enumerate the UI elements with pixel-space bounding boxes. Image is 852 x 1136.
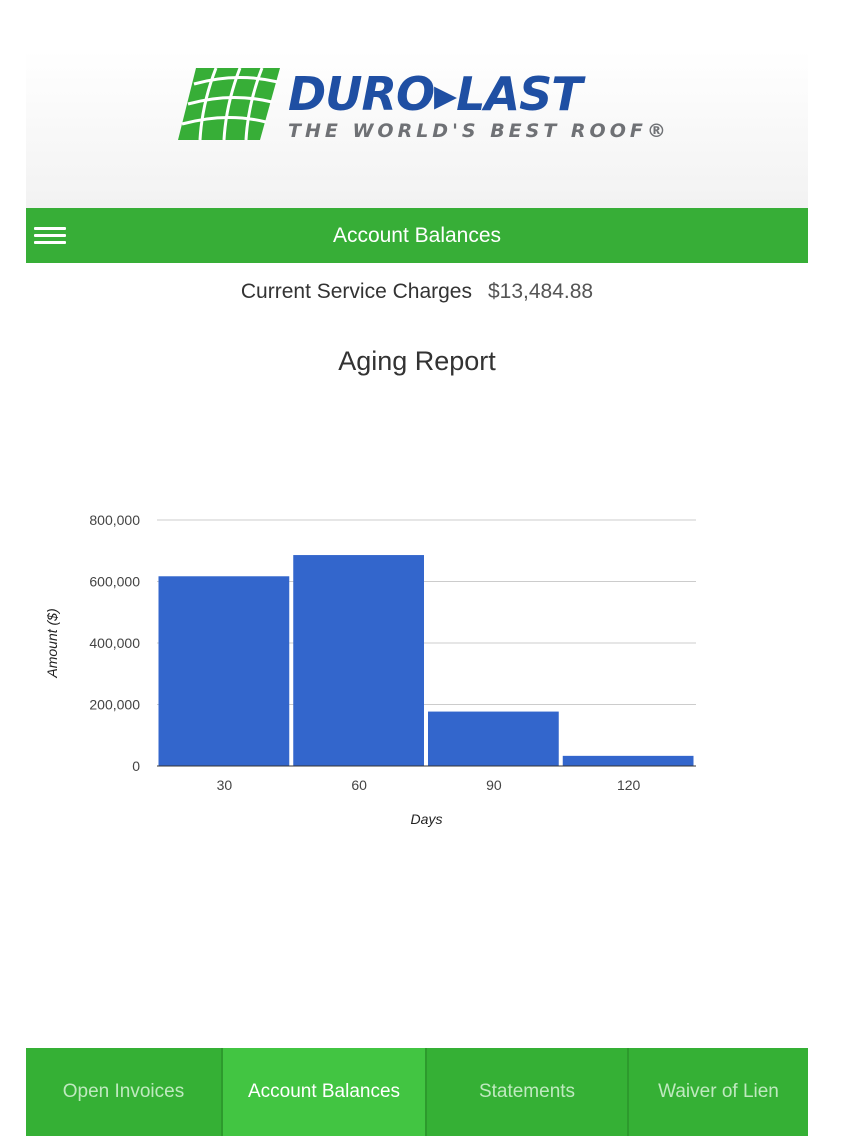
logo-wordmark: DURO▸LAST	[288, 67, 583, 121]
charges-value: $13,484.88	[487, 280, 594, 303]
tab-waiver-of-lien[interactable]: Waiver of Lien	[629, 1048, 808, 1136]
bottom-tab-bar: Open Invoices Account Balances Statements W…	[26, 1048, 808, 1136]
x-tick-label: 30	[217, 777, 233, 793]
current-service-charges: Current Service Charges $13,484.88	[26, 278, 808, 306]
y-axis-label: Amount ($)	[44, 608, 60, 678]
tab-statements[interactable]: Statements	[427, 1048, 629, 1136]
bar-30	[158, 576, 290, 766]
y-tick-label: 400,000	[89, 635, 140, 651]
duro-last-logo: DURO▸LAST THE WORLD'S BEST ROOF®	[176, 64, 676, 144]
y-tick-label: 200,000	[89, 697, 140, 713]
y-tick-label: 600,000	[89, 574, 140, 590]
tab-open-invoices[interactable]: Open Invoices	[26, 1048, 223, 1136]
app-frame: DURO▸LAST THE WORLD'S BEST ROOF® Account…	[26, 50, 808, 1136]
x-axis-label: Days	[411, 811, 443, 827]
x-tick-label: 60	[351, 777, 367, 793]
aging-report-chart: 0 200,000 400,000 600,000 800,000 30 60 90 120 Da…	[44, 512, 696, 827]
globe-icon	[178, 67, 280, 141]
logo-header: DURO▸LAST THE WORLD'S BEST ROOF®	[26, 50, 808, 208]
charges-label: Current Service Charges	[240, 280, 472, 303]
page-title: Account Balances	[332, 224, 502, 247]
report-title: Aging Report	[338, 346, 496, 376]
logo-tagline: THE WORLD'S BEST ROOF®	[288, 120, 670, 142]
bar-120	[562, 755, 694, 766]
bar-60	[293, 555, 424, 766]
tab-account-balances[interactable]: Account Balances	[223, 1048, 427, 1136]
top-app-bar: Account Balances	[26, 208, 808, 263]
y-tick-label: 800,000	[89, 512, 140, 528]
x-tick-label: 90	[486, 777, 502, 793]
y-tick-label: 0	[132, 758, 140, 774]
bar-90	[428, 711, 559, 766]
x-tick-label: 120	[617, 777, 641, 793]
